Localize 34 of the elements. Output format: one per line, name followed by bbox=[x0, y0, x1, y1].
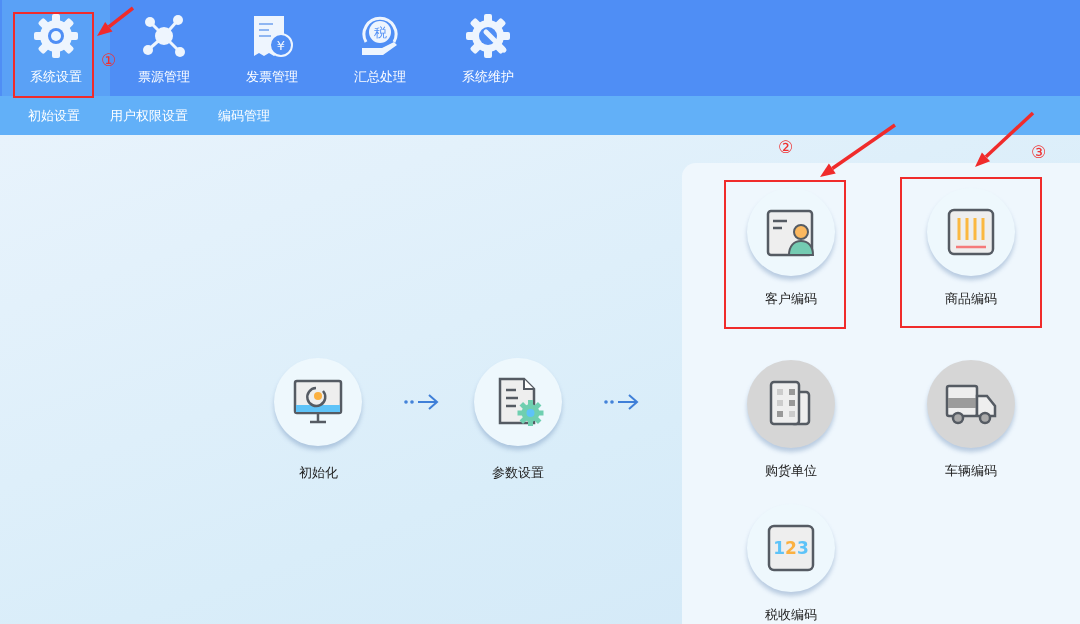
nav-tab-label: 系统设置 bbox=[30, 68, 82, 86]
code-label: 车辆编码 bbox=[945, 462, 997, 480]
code-label: 购货单位 bbox=[765, 462, 817, 480]
code-label: 客户编码 bbox=[765, 290, 817, 308]
nav-tab-label: 发票管理 bbox=[246, 68, 298, 86]
gear-wrench-icon bbox=[464, 12, 512, 60]
step-button[interactable]: 初始化 bbox=[274, 358, 362, 482]
submenu-item[interactable]: 编码管理 bbox=[218, 106, 270, 125]
network-icon bbox=[140, 12, 188, 60]
step-number: ③ bbox=[1031, 144, 1047, 161]
nav-tab-label: 汇总处理 bbox=[354, 68, 406, 86]
dotted-arrow-icon bbox=[404, 394, 440, 410]
step-number: ② bbox=[778, 139, 794, 156]
nav-tab[interactable]: 系统维护 bbox=[434, 0, 542, 96]
nav-tab[interactable]: ¥ 发票管理 bbox=[218, 0, 326, 96]
nav-tab[interactable]: 税 汇总处理 bbox=[326, 0, 434, 96]
barcode-icon bbox=[945, 206, 997, 258]
tax-character: 税 bbox=[373, 25, 387, 40]
step-label: 参数设置 bbox=[492, 464, 544, 482]
step-label: 初始化 bbox=[298, 464, 338, 482]
code-label: 商品编码 bbox=[945, 290, 997, 308]
submenu-item[interactable]: 初始设置 bbox=[28, 106, 80, 125]
code-button[interactable]: 123 bbox=[747, 504, 835, 592]
code-button[interactable] bbox=[927, 188, 1015, 276]
gear-icon bbox=[32, 12, 80, 60]
submenu-item[interactable]: 用户权限设置 bbox=[110, 106, 188, 125]
yen-sign: ¥ bbox=[276, 38, 286, 53]
digits: 123 bbox=[773, 538, 809, 558]
dotted-arrow-icon bbox=[604, 394, 640, 410]
code-button[interactable] bbox=[747, 188, 835, 276]
nav-tab-label: 系统维护 bbox=[462, 68, 514, 86]
code-label: 税收编码 bbox=[765, 606, 817, 624]
nav-tab-label: 票源管理 bbox=[138, 68, 190, 86]
step-button[interactable]: 参数设置 bbox=[474, 358, 562, 482]
